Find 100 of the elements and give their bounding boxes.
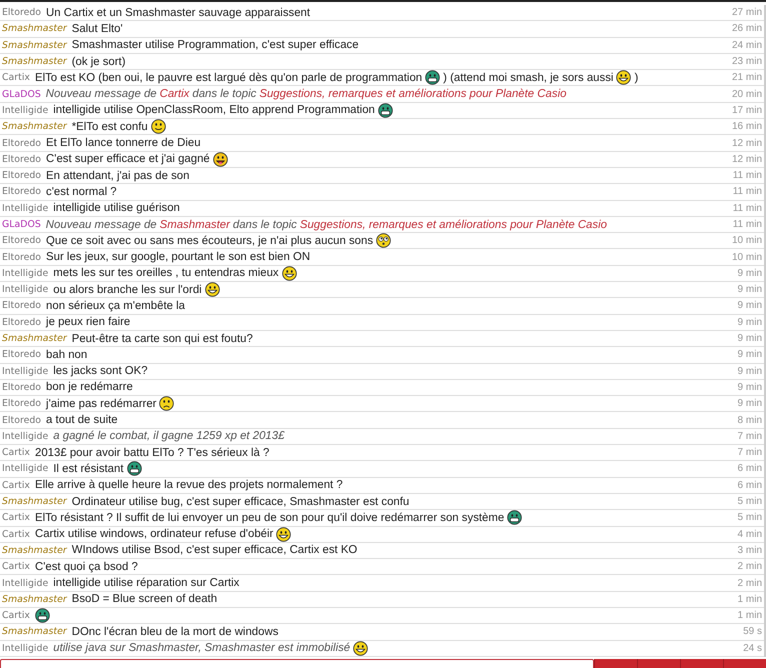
author-name[interactable]: Eltoredo <box>2 154 42 165</box>
message-time: 10 min <box>730 235 763 246</box>
message-time: 6 min <box>736 480 763 491</box>
message-time: 5 min <box>736 512 763 524</box>
message-text: WIndows utilise Bsod, c'est super efficace, Cartix est KO <box>72 544 358 556</box>
author-name[interactable]: Cartix <box>2 72 30 84</box>
author-name[interactable]: Eltoredo <box>2 186 42 198</box>
message-time: 9 min <box>736 382 763 393</box>
author-name[interactable]: Intelligide <box>2 642 48 654</box>
author-name[interactable]: Eltoredo <box>2 300 42 312</box>
message-time: 8 min <box>736 414 763 426</box>
author-name[interactable]: Cartix <box>2 561 30 572</box>
author-name[interactable]: Smashmaster <box>2 544 67 556</box>
smiley-icon <box>507 510 522 526</box>
author-name[interactable]: Smashmaster <box>2 40 67 51</box>
message-text: Nouveau message de <box>46 88 157 100</box>
author-name[interactable]: Smashmaster <box>2 626 67 638</box>
author-name[interactable]: Eltoredo <box>2 170 42 182</box>
message-text: utilise java sur Smashmaster, Smashmaster est immobilisé <box>53 642 350 654</box>
message-text: a gagné le combat, il gagne 1259 xp et 2013£ <box>53 430 284 442</box>
message-time: 2 min <box>736 578 763 589</box>
message-text: dans le topic <box>192 88 256 100</box>
author-name[interactable]: Intelligide <box>2 104 48 116</box>
author-name[interactable]: Smashmaster <box>2 594 67 605</box>
message-text: intelligide utilise guérison <box>53 202 180 214</box>
message-text: ) <box>634 72 638 84</box>
author-name[interactable]: Eltoredo <box>2 398 42 410</box>
author-name[interactable]: Eltoredo <box>2 252 42 263</box>
author-name[interactable]: Eltoredo <box>2 138 42 149</box>
smiley-icon <box>34 608 50 624</box>
author-name[interactable]: Intelligide <box>2 366 48 377</box>
message-text: Sur les jeux, sur google, pourtant le son est bien ON <box>46 251 310 264</box>
author-name[interactable]: Cartix <box>2 528 30 540</box>
message-text: En attendant, j'ai pas de son <box>46 170 190 182</box>
smiley-icon <box>282 266 297 281</box>
message-time: 9 min <box>736 366 763 377</box>
smiley-icon <box>425 70 440 86</box>
message-text: DOnc l'écran bleu de la mort de windows <box>72 626 278 638</box>
smiley-icon <box>204 282 220 298</box>
author-name[interactable]: Cartix <box>2 480 30 491</box>
message-text: C'est super efficace et j'ai gagné <box>46 153 210 166</box>
message-text: Il est résistant <box>53 462 124 475</box>
message-text: Salut Elto' <box>72 22 123 35</box>
message-text: ElTo résistant ? Il suffit de lui envoyer un peu de son pour qu'il doive redémarrer son système <box>34 512 504 524</box>
author-name[interactable]: Eltoredo <box>2 7 42 18</box>
message-time: 1 min <box>736 610 763 622</box>
message-time: 26 min <box>730 23 763 34</box>
topic-link[interactable]: Cartix <box>160 88 190 100</box>
message-time: 5 min <box>736 496 763 508</box>
message-text: Que ce soit avec ou sans mes écouteurs, je n'ai plus aucun sons <box>46 234 374 247</box>
message-time: 3 min <box>736 544 763 556</box>
message-text: bah non <box>46 348 88 361</box>
author-name[interactable]: Cartix <box>2 610 30 622</box>
message-text: je peux rien faire <box>46 316 130 328</box>
message-text: *ElTo est confu <box>72 120 148 133</box>
topic-link[interactable]: Suggestions, remarques et améliorations pour Planète Casio <box>300 218 607 230</box>
message-text: dans le topic <box>232 218 297 230</box>
author-name[interactable]: GLaDOS <box>2 88 41 100</box>
message-time: 9 min <box>736 268 763 279</box>
author-name[interactable]: Smashmaster <box>2 333 67 344</box>
message-text: ElTo est KO (ben oui, le pauvre est largué dès qu'on parle de programmation <box>34 72 422 84</box>
author-name[interactable]: Eltoredo <box>2 235 42 246</box>
author-name[interactable]: Cartix <box>2 447 30 458</box>
message-time: 59 s <box>742 626 763 638</box>
message-time: 1 min <box>736 594 763 605</box>
message-text: C'est quoi ça bsod ? <box>34 560 138 573</box>
message-text: Elle arrive à quelle heure la revue des projets normalement ? <box>34 479 343 492</box>
author-name[interactable]: Smashmaster <box>2 496 67 508</box>
author-name[interactable]: Eltoredo <box>2 349 42 360</box>
author-name[interactable]: Intelligide <box>2 284 48 296</box>
message-text: Et ElTo lance tonnerre de Dieu <box>46 137 201 150</box>
message-time: 17 min <box>730 104 763 116</box>
author-name[interactable]: Smashmaster <box>2 56 67 68</box>
author-name[interactable]: Eltoredo <box>2 414 42 426</box>
message-time: 11 min <box>732 219 763 230</box>
message-text: les jacks sont OK? <box>53 365 148 378</box>
topic-link[interactable]: Smashmaster <box>160 218 230 230</box>
author-name[interactable]: Intelligide <box>2 268 48 279</box>
smiley-icon <box>276 526 292 542</box>
message-time: 16 min <box>730 121 763 132</box>
author-name[interactable]: Cartix <box>2 512 30 524</box>
message-text: Nouveau message de <box>46 218 157 230</box>
topic-link[interactable]: Suggestions, remarques et améliorations pour Planète Casio <box>259 88 566 100</box>
author-name[interactable]: Intelligide <box>2 430 48 442</box>
message-time: 9 min <box>736 349 763 360</box>
author-name[interactable]: Smashmaster <box>2 23 67 34</box>
author-name[interactable]: Intelligide <box>2 578 48 589</box>
author-name[interactable]: Eltoredo <box>2 382 42 393</box>
smiley-icon <box>212 152 228 167</box>
message-time: 7 min <box>736 430 763 442</box>
author-name[interactable]: Intelligide <box>2 202 48 214</box>
message-text: BsoD = Blue screen of death <box>72 593 218 606</box>
smiley-icon <box>376 233 392 248</box>
author-name[interactable]: Smashmaster <box>2 121 67 132</box>
message-text: Un Cartix et un Smashmaster sauvage apparaissent <box>46 6 310 19</box>
author-name[interactable]: Eltoredo <box>2 316 42 328</box>
author-name[interactable]: Intelligide <box>2 463 48 474</box>
author-name[interactable]: GLaDOS <box>2 219 41 230</box>
message-time: 9 min <box>736 333 763 344</box>
message-text: a tout de suite <box>46 414 118 426</box>
